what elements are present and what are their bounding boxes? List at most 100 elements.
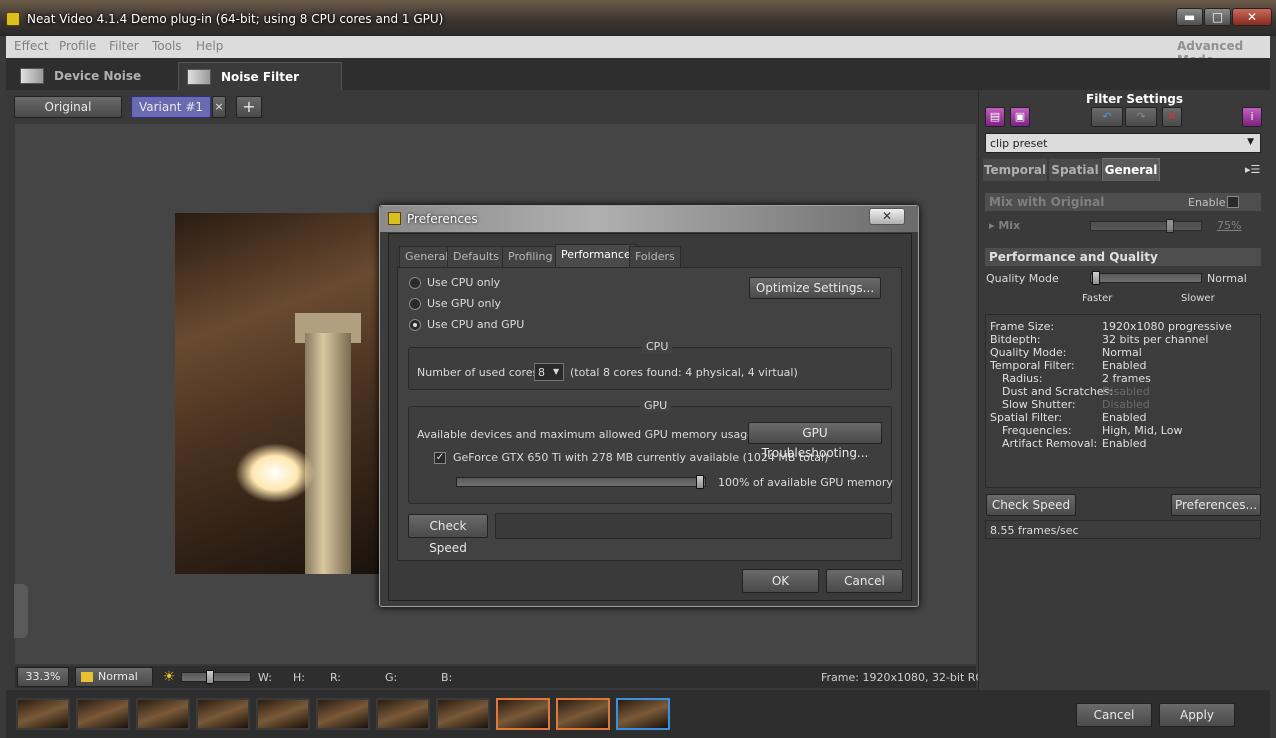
view-mode-label: Normal [98, 670, 138, 683]
menu-filter[interactable]: Filter [109, 39, 139, 53]
enable-mix-checkbox[interactable] [1227, 196, 1239, 208]
window-titlebar[interactable]: Neat Video 4.1.4 Demo plug-in (64-bit; u… [0, 0, 1276, 36]
gpu-device-checkbox[interactable]: ✓ [434, 452, 446, 464]
check-speed-button[interactable]: Check Speed [986, 494, 1076, 516]
gpu-troubleshooting-button[interactable]: GPU Troubleshooting... [748, 422, 882, 460]
quality-slider[interactable] [1090, 273, 1202, 283]
menu-help[interactable]: Help [196, 39, 223, 53]
tab-defaults[interactable]: Defaults [447, 246, 505, 267]
reset-icon[interactable]: ✕ [1162, 107, 1182, 127]
maximize-button[interactable]: □ [1204, 8, 1231, 26]
brightness-slider-thumb[interactable] [206, 670, 214, 684]
cancel-button[interactable]: Cancel [826, 569, 903, 593]
original-button[interactable]: Original [14, 96, 122, 118]
add-variant-button[interactable]: + [236, 96, 262, 118]
close-variant-button[interactable]: × [212, 96, 226, 118]
folder-icon [81, 672, 93, 682]
blue-label: B: [441, 671, 453, 684]
tab-general[interactable]: General [1102, 158, 1160, 181]
pq-section-heading: Performance and Quality [985, 248, 1261, 266]
window-title: Neat Video 4.1.4 Demo plug-in (64-bit; u… [27, 12, 444, 26]
panel-menu-icon[interactable]: ▸☰ [1245, 163, 1260, 176]
info-key: Frequencies: [1002, 424, 1072, 437]
tab-spatial[interactable]: Spatial [1049, 159, 1101, 181]
brightness-icon[interactable]: ☀ [161, 669, 177, 685]
cores-select[interactable]: 8 ▼ [534, 363, 564, 381]
cores-info: (total 8 cores found: 4 physical, 4 virt… [570, 366, 798, 379]
frame-thumbnail[interactable] [256, 698, 310, 730]
menu-profile[interactable]: Profile [59, 39, 96, 53]
mix-label: ▸ Mix [989, 219, 1021, 232]
preview-image [175, 213, 387, 574]
info-key: Bitdepth: [990, 333, 1041, 346]
tab-performance[interactable]: Performance [555, 244, 637, 267]
preferences-button[interactable]: Preferences... [1171, 494, 1261, 516]
minimize-button[interactable]: ▬ [1176, 8, 1203, 26]
frame-thumbnail[interactable] [556, 698, 610, 730]
side-panel-handle[interactable] [14, 584, 28, 638]
mix-slider-thumb[interactable] [1166, 219, 1174, 233]
gpu-memory-slider-thumb[interactable] [696, 475, 704, 489]
close-button[interactable]: ✕ [1232, 8, 1272, 26]
dialog-body: General Defaults Profiling Performance F… [388, 233, 912, 601]
mix-value[interactable]: 75% [1217, 219, 1241, 232]
frame-thumbnail[interactable] [376, 698, 430, 730]
enable-label: Enable [1188, 196, 1226, 209]
info-key: Artifact Removal: [1002, 437, 1098, 450]
save-preset-icon[interactable]: ▣ [1010, 107, 1030, 127]
tab-folders[interactable]: Folders [629, 246, 681, 267]
view-mode-dropdown[interactable]: Normal [75, 667, 153, 687]
frame-thumbnail[interactable] [16, 698, 70, 730]
frame-thumbnail[interactable] [196, 698, 250, 730]
frame-thumbnail[interactable] [496, 698, 550, 730]
info-key: Frame Size: [990, 320, 1055, 333]
info-value: Enabled [1102, 411, 1147, 424]
cpu-and-gpu-label: Use CPU and GPU [427, 318, 525, 331]
frame-thumbnail[interactable] [436, 698, 490, 730]
info-value: Enabled [1102, 359, 1147, 372]
frame-thumbnail[interactable] [316, 698, 370, 730]
dialog-app-icon [388, 212, 401, 225]
tab-noise-filter-settings[interactable]: Noise Filter Settings [178, 62, 342, 112]
gpu-only-radio[interactable] [409, 298, 421, 310]
gpu-memory-label: of available GPU memory [753, 476, 893, 489]
redo-icon[interactable]: ↷ [1125, 107, 1157, 127]
frame-thumbnail[interactable] [616, 698, 670, 730]
mix-slider[interactable] [1090, 221, 1202, 231]
preset-value: clip preset [990, 137, 1048, 150]
dialog-titlebar[interactable]: Preferences ✕ [380, 206, 918, 232]
speed-result: 8.55 frames/sec [985, 520, 1261, 539]
undo-icon[interactable]: ↶ [1091, 107, 1123, 127]
info-value: 2 frames [1102, 372, 1151, 385]
tab-device-noise-profile[interactable]: Device Noise Profile [12, 62, 176, 111]
frame-thumbnail[interactable] [136, 698, 190, 730]
apply-button[interactable]: Apply [1159, 703, 1235, 727]
quality-slider-thumb[interactable] [1092, 271, 1100, 285]
brightness-slider[interactable] [181, 672, 251, 682]
tab-profiling[interactable]: Profiling [502, 246, 559, 267]
info-value: Normal [1102, 346, 1142, 359]
cancel-button[interactable]: Cancel [1076, 703, 1152, 727]
gpu-memory-slider[interactable] [456, 477, 706, 487]
dialog-title: Preferences [407, 212, 478, 226]
info-value: Disabled [1102, 385, 1150, 398]
cpu-only-radio[interactable] [409, 277, 421, 289]
menu-bar: Effect Profile Filter Tools Help Advance… [6, 36, 1270, 67]
check-speed-button[interactable]: Check Speed [408, 514, 488, 555]
profile-icon [20, 68, 44, 84]
frame-thumbnail[interactable] [76, 698, 130, 730]
menu-effect[interactable]: Effect [14, 39, 49, 53]
zoom-dropdown[interactable]: 33.3% [17, 667, 69, 687]
variant1-button[interactable]: Variant #1 [131, 96, 211, 118]
info-value: High, Mid, Low [1102, 424, 1183, 437]
open-preset-icon[interactable]: ▤ [985, 107, 1005, 127]
menu-tools[interactable]: Tools [152, 39, 182, 53]
tab-temporal[interactable]: Temporal [983, 159, 1047, 181]
ok-button[interactable]: OK [742, 569, 819, 593]
dialog-close-button[interactable]: ✕ [869, 208, 905, 225]
info-icon[interactable]: i [1242, 107, 1262, 127]
cpu-and-gpu-radio[interactable] [409, 319, 421, 331]
info-key: Radius: [1002, 372, 1043, 385]
preset-dropdown[interactable]: clip preset ▼ [985, 133, 1261, 153]
optimize-settings-button[interactable]: Optimize Settings... [749, 277, 881, 299]
